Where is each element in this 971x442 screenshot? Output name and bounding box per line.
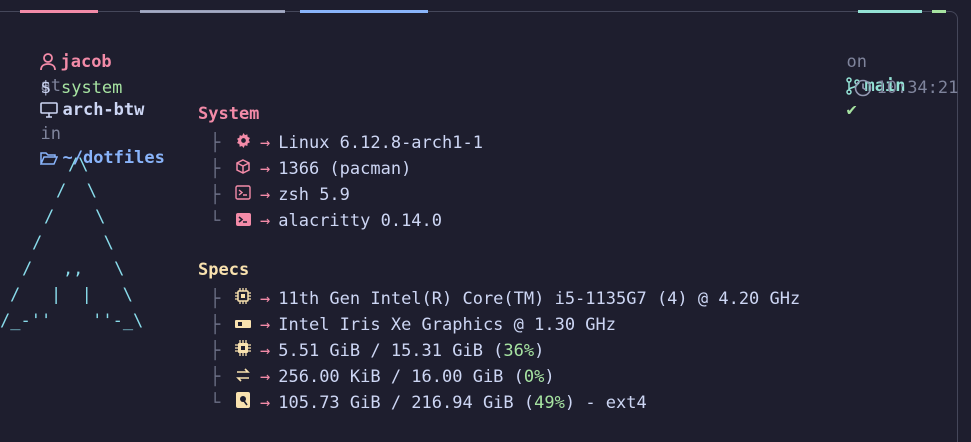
prompt-line: jacob at arch-btw in ~/dotfiles (20, 26, 165, 168)
accent-pink (20, 10, 98, 13)
row-value: 256.00 KiB / 16.00 GiB ( (278, 367, 524, 387)
clock: 10:34:21 (834, 52, 958, 98)
tree-branch: ├ (210, 159, 221, 179)
row-value-suffix: ) - ext4 (564, 393, 647, 413)
row-value: 1366 (pacman) (278, 159, 412, 179)
gear-icon (232, 130, 254, 156)
row-value-suffix: ) (544, 367, 555, 387)
arrow-icon: → (260, 289, 271, 309)
row-value: Linux 6.12.8-arch1-1 (278, 133, 483, 153)
monitor-icon (40, 102, 59, 118)
disk-icon (232, 390, 254, 416)
specs-row: ├ → 5.51 GiB / 15.31 GiB (36%) (210, 338, 544, 364)
section-specs-title: Specs (198, 260, 250, 280)
arrow-icon: → (260, 367, 271, 387)
section-system-title: System (198, 104, 260, 124)
arch-ascii-logo: /\ / \ / \ / \ / ,, \ / | | \/_-'' ''-_\ (0, 155, 144, 331)
row-value: 5.51 GiB / 15.31 GiB ( (278, 341, 504, 361)
terminal-icon (232, 208, 254, 234)
command-text: system (60, 78, 123, 98)
tree-branch: ├ (210, 133, 221, 153)
clock-icon (855, 79, 872, 97)
system-row: ├ → Linux 6.12.8-arch1-1 (210, 130, 483, 156)
accent-teal (858, 10, 922, 13)
tree-branch: ├ (210, 185, 221, 205)
tree-branch: ├ (210, 367, 221, 387)
tree-branch: ├ (210, 341, 221, 361)
memory-icon (232, 338, 254, 364)
prompt-host: arch-btw (62, 100, 145, 120)
row-value: alacritty 0.14.0 (278, 211, 443, 231)
row-value: zsh 5.9 (278, 185, 350, 205)
prompt-symbol: $ (40, 78, 51, 98)
row-value: 11th Gen Intel(R) Core(TM) i5-1135G7 (4)… (278, 289, 801, 309)
row-value-suffix: ) (534, 341, 545, 361)
gpu-icon (232, 312, 254, 338)
specs-row: ├ → 256.00 KiB / 16.00 GiB (0%) (210, 364, 555, 390)
system-row: ├ → zsh 5.9 (210, 182, 350, 208)
specs-row: ├ → 11th Gen Intel(R) Core(TM) i5-1135G7 (… (210, 286, 800, 312)
arrow-icon: → (260, 159, 271, 179)
arrow-icon: → (260, 133, 271, 153)
swap-icon (232, 364, 254, 390)
row-value: Intel Iris Xe Graphics @ 1.30 GHz (278, 315, 617, 335)
accent-white (140, 10, 285, 13)
accent-blue (300, 10, 428, 13)
row-value: 105.73 GiB / 216.94 GiB ( (278, 393, 535, 413)
accent-green (932, 10, 946, 13)
tree-branch: ├ (210, 289, 221, 309)
prompt-in: in (40, 124, 61, 144)
tree-branch: └ (210, 211, 221, 231)
cpu-icon (232, 286, 254, 312)
tree-branch: └ (210, 393, 221, 413)
tree-branch: ├ (210, 315, 221, 335)
system-row: └ → alacritty 0.14.0 (210, 208, 442, 234)
usage-percent: 0% (523, 367, 545, 387)
arrow-icon: → (260, 185, 271, 205)
check-icon: ✔ (846, 100, 857, 120)
system-row: ├ → 1366 (pacman) (210, 156, 411, 182)
package-icon (232, 156, 254, 182)
specs-row: └ → 105.73 GiB / 216.94 GiB (49%) - ext4 (210, 390, 647, 416)
arrow-icon: → (260, 393, 271, 413)
git-status: on main ✔ (826, 26, 905, 120)
shell-icon (232, 182, 254, 208)
clock-time: 10:34:21 (876, 78, 959, 98)
usage-percent: 49% (534, 393, 565, 413)
arrow-icon: → (260, 341, 271, 361)
command-line: $ system (20, 52, 122, 98)
arrow-icon: → (260, 211, 271, 231)
usage-percent: 36% (503, 341, 535, 361)
specs-row: ├ → Intel Iris Xe Graphics @ 1.30 GHz (210, 312, 616, 338)
arrow-icon: → (260, 315, 271, 335)
